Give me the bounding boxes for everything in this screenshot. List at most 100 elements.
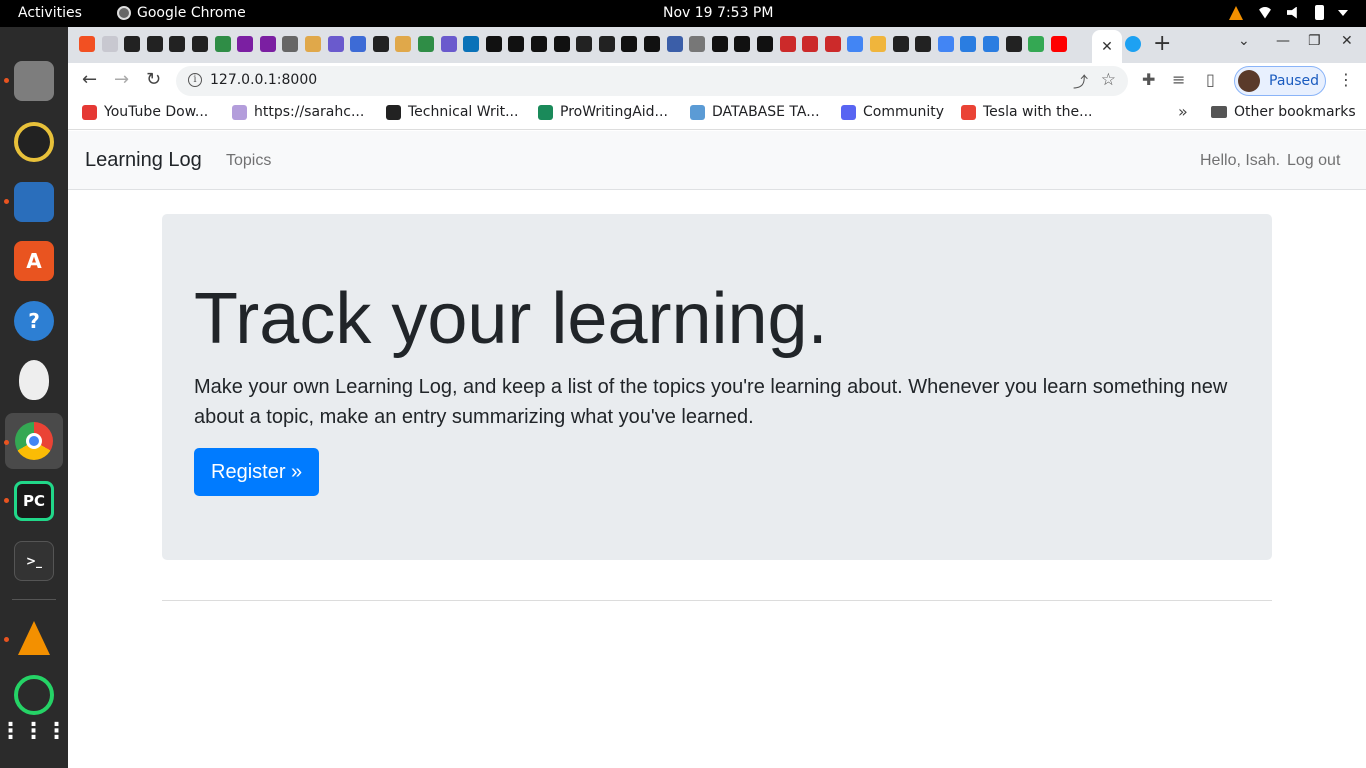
tab-17[interactable] [460,33,482,55]
wifi-icon[interactable] [1257,6,1273,19]
minimize-icon[interactable]: — [1276,33,1290,49]
url-text[interactable]: 127.0.0.1:8000 [210,72,317,88]
tab-20[interactable] [528,33,550,55]
rhythmbox-icon[interactable] [14,122,54,162]
tab-13[interactable] [370,33,392,55]
tab-24[interactable] [618,33,640,55]
forward-arrow-icon[interactable]: → [114,69,129,90]
tab-33[interactable] [822,33,844,55]
volume-icon[interactable] [1287,6,1297,19]
clock[interactable]: Nov 19 7:53 PM [663,5,773,21]
tab-30[interactable] [754,33,776,55]
tab-26[interactable] [664,33,686,55]
tab-34[interactable] [844,33,866,55]
writer-icon[interactable] [14,182,54,222]
tab-9[interactable] [279,33,301,55]
tab-10[interactable] [302,33,324,55]
tab-25[interactable] [641,33,663,55]
chrome-dock-button[interactable] [5,413,63,469]
site-info-icon[interactable]: i [188,73,202,87]
tab-search-icon[interactable]: ⌄ [1238,33,1250,49]
tab-14[interactable] [392,33,414,55]
tab-36[interactable] [890,33,912,55]
address-bar[interactable]: i 127.0.0.1:8000 ⤴ ☆ [176,66,1128,96]
tab-29[interactable] [731,33,753,55]
bookmark-star-icon[interactable]: ☆ [1101,70,1116,90]
tab-16[interactable] [438,33,460,55]
tab-27[interactable] [686,33,708,55]
bookmark-item[interactable]: Tesla with the... [961,104,1092,120]
app-menu[interactable]: Google Chrome [117,5,246,21]
tab-21[interactable] [551,33,573,55]
extensions-icon[interactable]: ✚ [1142,70,1155,89]
files-icon[interactable] [14,61,54,101]
tab-4[interactable] [166,33,188,55]
easy-eggs-icon[interactable] [19,360,49,400]
pycharm-icon[interactable]: PC [14,481,54,521]
tab-43[interactable] [1048,33,1070,55]
bookmark-item[interactable]: Technical Writ... [386,104,518,120]
media-control-icon[interactable]: ≡ [1172,70,1185,89]
tab-42[interactable] [1025,33,1047,55]
bookmark-item[interactable]: Community [841,104,944,120]
tab-3[interactable] [144,33,166,55]
share-icon[interactable]: ⤴ [1073,71,1088,92]
tab-6[interactable] [212,33,234,55]
whatsapp-icon[interactable] [14,675,54,715]
close-tab-icon[interactable]: ✕ [1101,39,1113,55]
reload-icon[interactable]: ↻ [146,69,161,90]
tab-41[interactable] [1003,33,1025,55]
help-icon[interactable]: ? [14,301,54,341]
vlc-tray-icon[interactable] [1229,5,1243,20]
activities-button[interactable]: Activities [18,5,82,21]
bookmark-item[interactable]: ProWritingAid... [538,104,668,120]
tab-32[interactable] [799,33,821,55]
tab-37[interactable] [912,33,934,55]
tab-5[interactable] [189,33,211,55]
tab-39[interactable] [957,33,979,55]
profile-button[interactable]: Paused [1234,66,1326,96]
more-bookmarks-button[interactable]: » [1178,102,1188,121]
tab-38[interactable] [935,33,957,55]
maximize-icon[interactable]: ❐ [1308,33,1321,49]
tab-2[interactable] [121,33,143,55]
system-tray[interactable] [1229,5,1348,20]
tab-19[interactable] [505,33,527,55]
tab-15[interactable] [415,33,437,55]
tab-23[interactable] [596,33,618,55]
tab-twitter[interactable] [1122,33,1144,55]
tab-22[interactable] [573,33,595,55]
other-bookmarks[interactable]: Other bookmarks [1211,104,1356,120]
chevron-down-icon[interactable] [1338,9,1348,16]
tab-28[interactable] [709,33,731,55]
tab-12[interactable] [347,33,369,55]
tab-1[interactable] [99,33,121,55]
tab-8[interactable] [257,33,279,55]
favicon-icon [485,36,502,52]
tab-7[interactable] [234,33,256,55]
logout-link[interactable]: Log out [1287,152,1340,170]
new-tab-button[interactable]: + [1153,31,1171,56]
tab-11[interactable] [325,33,347,55]
tab-0[interactable] [76,33,98,55]
active-tab[interactable]: ✕ [1092,30,1122,63]
tab-31[interactable] [777,33,799,55]
vlc-icon[interactable] [14,618,54,658]
bookmark-item[interactable]: DATABASE TA... [690,104,820,120]
more-menu-icon[interactable]: ⋮ [1338,70,1354,89]
tab-40[interactable] [980,33,1002,55]
bookmark-item[interactable]: https://sarahc... [232,104,364,120]
terminal-icon[interactable]: >_ [14,541,54,581]
close-window-icon[interactable]: ✕ [1341,33,1353,49]
app-grid-icon[interactable]: ⋮⋮⋮ [0,711,68,751]
nav-topics-link[interactable]: Topics [226,152,271,170]
bookmark-item[interactable]: YouTube Dow... [82,104,208,120]
battery-icon[interactable] [1315,5,1324,20]
tab-18[interactable] [483,33,505,55]
side-panel-icon[interactable]: ▯ [1206,70,1215,89]
tab-35[interactable] [867,33,889,55]
register-button[interactable]: Register » [194,448,320,496]
back-arrow-icon[interactable]: ← [82,69,97,90]
brand-link[interactable]: Learning Log [85,149,202,172]
software-center-icon[interactable]: A [14,241,54,281]
